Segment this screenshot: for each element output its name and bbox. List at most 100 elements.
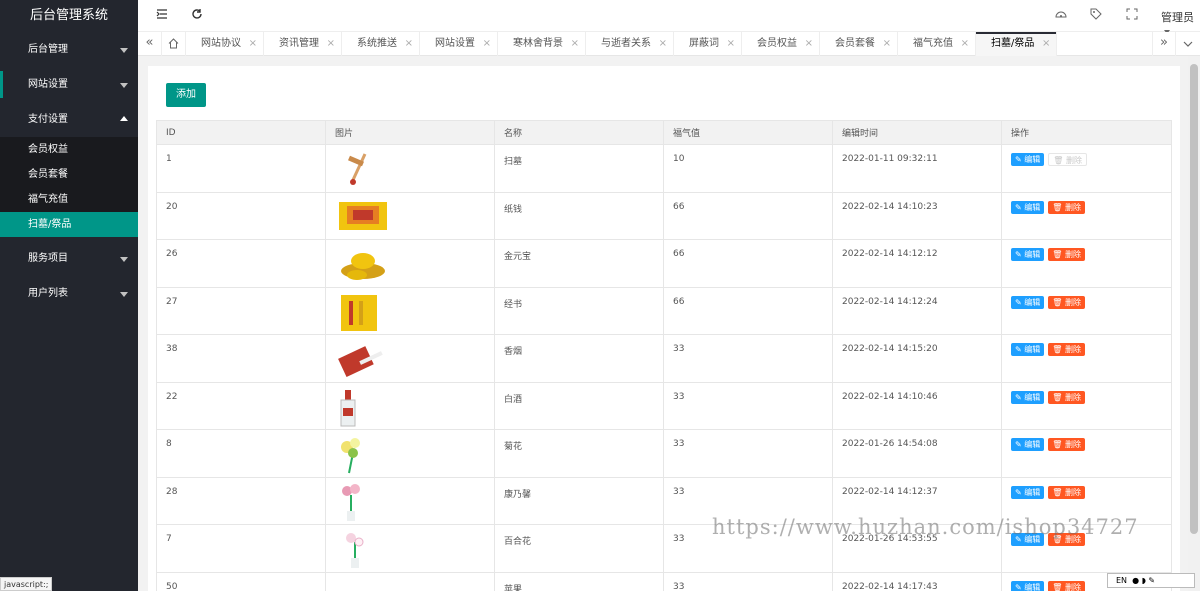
delete-button[interactable]: 🗑 删除 [1048,343,1085,356]
column-header-name[interactable]: 名称 [494,120,664,145]
menu-collapse-icon[interactable] [156,8,168,24]
tab-close-icon[interactable]: × [727,32,735,56]
trash-icon: 🗑 [1052,440,1063,449]
sidebar-subitem-member-packages[interactable]: 会员套餐 [0,162,138,187]
edit-button[interactable]: ✎ 编辑 [1011,343,1045,356]
tab-close-icon[interactable]: × [483,32,491,56]
cell-time: 2022-02-14 14:15:20 [832,334,1002,383]
tab-item[interactable]: 会员套餐 × [820,32,898,56]
tab-item[interactable]: 系统推送 × [342,32,420,56]
ime-icons: ● ◗ ✎ [1129,576,1156,585]
top-header: 管理员 [138,0,1200,34]
liquor-bottle-icon [335,386,485,427]
delete-label: 删除 [1064,487,1081,497]
column-header-id[interactable]: ID [156,120,326,145]
fullscreen-icon[interactable] [1126,8,1138,24]
tab-close-icon[interactable]: × [659,32,667,56]
edit-button[interactable]: ✎ 编辑 [1011,580,1045,591]
sidebar-subitem-member-rights[interactable]: 会员权益 [0,137,138,162]
vertical-scrollbar[interactable] [1188,56,1200,591]
delete-button[interactable]: 🗑 删除 [1048,248,1085,261]
tab-bar: « 网站协议 × 资讯管理 × 系统推送 × 网站设置 × 寒林舍背景 × 与逝者关系 × 屏蔽词 × 会员… [138,32,1200,56]
cell-name: 白酒 [494,381,664,430]
tab-item[interactable]: 扫墓/祭品 × [976,32,1058,56]
trash-icon: 🗑 [1052,582,1063,591]
sidebar-item-label: 用户列表 [28,288,68,299]
delete-button[interactable]: 🗑 删除 [1048,580,1085,591]
tab-close-icon[interactable]: × [249,32,257,56]
table-row: 20 纸钱 66 2022-02-14 14:10:23 ✎ 编辑 🗑 删除 [156,191,1172,240]
tag-icon[interactable] [1090,8,1102,24]
tab-label: 会员套餐 [835,38,875,49]
refresh-icon[interactable] [191,8,203,24]
chevron-down-icon [120,292,128,297]
tab-item[interactable]: 网站设置 × [420,32,498,56]
sidebar-item-users[interactable]: 用户列表 [0,276,138,311]
tab-label: 资讯管理 [279,38,319,49]
sidebar-item-site-settings[interactable]: 网站设置 [0,67,138,102]
tab-item[interactable]: 屏蔽词 × [674,32,742,56]
scrollbar-thumb[interactable] [1190,64,1198,534]
tab-scroll-right-icon[interactable]: » [1152,32,1176,56]
tab-item[interactable]: 寒林舍背景 × [498,32,586,56]
ime-toolbar[interactable]: EN ● ◗ ✎ [1107,573,1195,588]
delete-button[interactable]: 🗑 删除 [1048,438,1085,451]
trash-icon: 🗑 [1053,156,1064,165]
tab-close-icon[interactable]: × [805,32,813,56]
sidebar-item-payment-settings[interactable]: 支付设置 [0,102,138,137]
edit-button[interactable]: ✎ 编辑 [1011,200,1045,214]
app-logo-title: 后台管理系统 [0,0,138,32]
edit-label: 编辑 [1024,250,1041,259]
sidebar-item-services[interactable]: 服务项目 [0,241,138,276]
delete-button[interactable]: 🗑 删除 [1048,485,1085,499]
delete-button[interactable]: 🗑 删除 [1048,390,1085,404]
tab-menu-chevron-icon[interactable] [1176,32,1200,56]
home-icon[interactable] [162,32,186,56]
pencil-icon: ✎ [1015,155,1022,164]
delete-label: 删除 [1064,202,1081,212]
tab-close-icon[interactable]: × [571,32,579,56]
tab-item[interactable]: 资讯管理 × [264,32,342,56]
sidebar-subitem-offerings[interactable]: 扫墓/祭品 [0,212,138,237]
delete-button[interactable]: 🗑 删除 [1048,153,1087,166]
add-button[interactable]: 添加 [166,83,206,107]
cell-name: 康乃馨 [494,476,664,525]
cell-image [325,571,495,591]
sidebar-subitem-fortune-recharge[interactable]: 福气充值 [0,187,138,212]
cell-image [325,191,495,240]
column-header-image[interactable]: 图片 [325,120,495,145]
cell-time: 2022-02-14 14:12:24 [832,286,1002,335]
edit-button[interactable]: ✎ 编辑 [1011,390,1045,404]
edit-button[interactable]: ✎ 编辑 [1011,485,1045,499]
edit-button[interactable]: ✎ 编辑 [1011,438,1045,451]
sidebar-item-label: 支付设置 [28,114,68,125]
theme-icon[interactable] [1055,8,1067,24]
tab-item[interactable]: 与逝者关系 × [586,32,674,56]
column-header-value[interactable]: 福气值 [663,120,833,145]
tab-close-icon[interactable]: × [405,32,413,56]
chrysanthemum-icon [335,433,485,474]
tab-label: 屏蔽词 [689,38,719,49]
tab-close-icon[interactable]: × [1042,32,1050,56]
cell-value: 33 [663,571,833,591]
cell-id: 1 [156,144,326,193]
tab-item[interactable]: 会员权益 × [742,32,820,56]
edit-button[interactable]: ✎ 编辑 [1011,295,1045,309]
delete-button[interactable]: 🗑 删除 [1048,200,1085,214]
edit-button[interactable]: ✎ 编辑 [1011,248,1045,261]
cell-name: 百合花 [494,524,664,573]
column-header-time[interactable]: 编辑时间 [832,120,1002,145]
edit-button[interactable]: ✎ 编辑 [1011,153,1045,166]
tab-scroll-left-icon[interactable]: « [138,32,162,56]
column-header-actions[interactable]: 操作 [1001,120,1172,145]
sidebar-item-label: 后台管理 [28,44,68,55]
delete-button[interactable]: 🗑 删除 [1048,295,1085,309]
tab-item[interactable]: 福气充值 × [898,32,976,56]
sidebar-item-admin[interactable]: 后台管理 [0,32,138,67]
tab-close-icon[interactable]: × [327,32,335,56]
edit-label: 编辑 [1024,345,1041,354]
cell-value: 66 [663,286,833,335]
tab-close-icon[interactable]: × [883,32,891,56]
tab-close-icon[interactable]: × [961,32,969,56]
tab-item[interactable]: 网站协议 × [186,32,264,56]
